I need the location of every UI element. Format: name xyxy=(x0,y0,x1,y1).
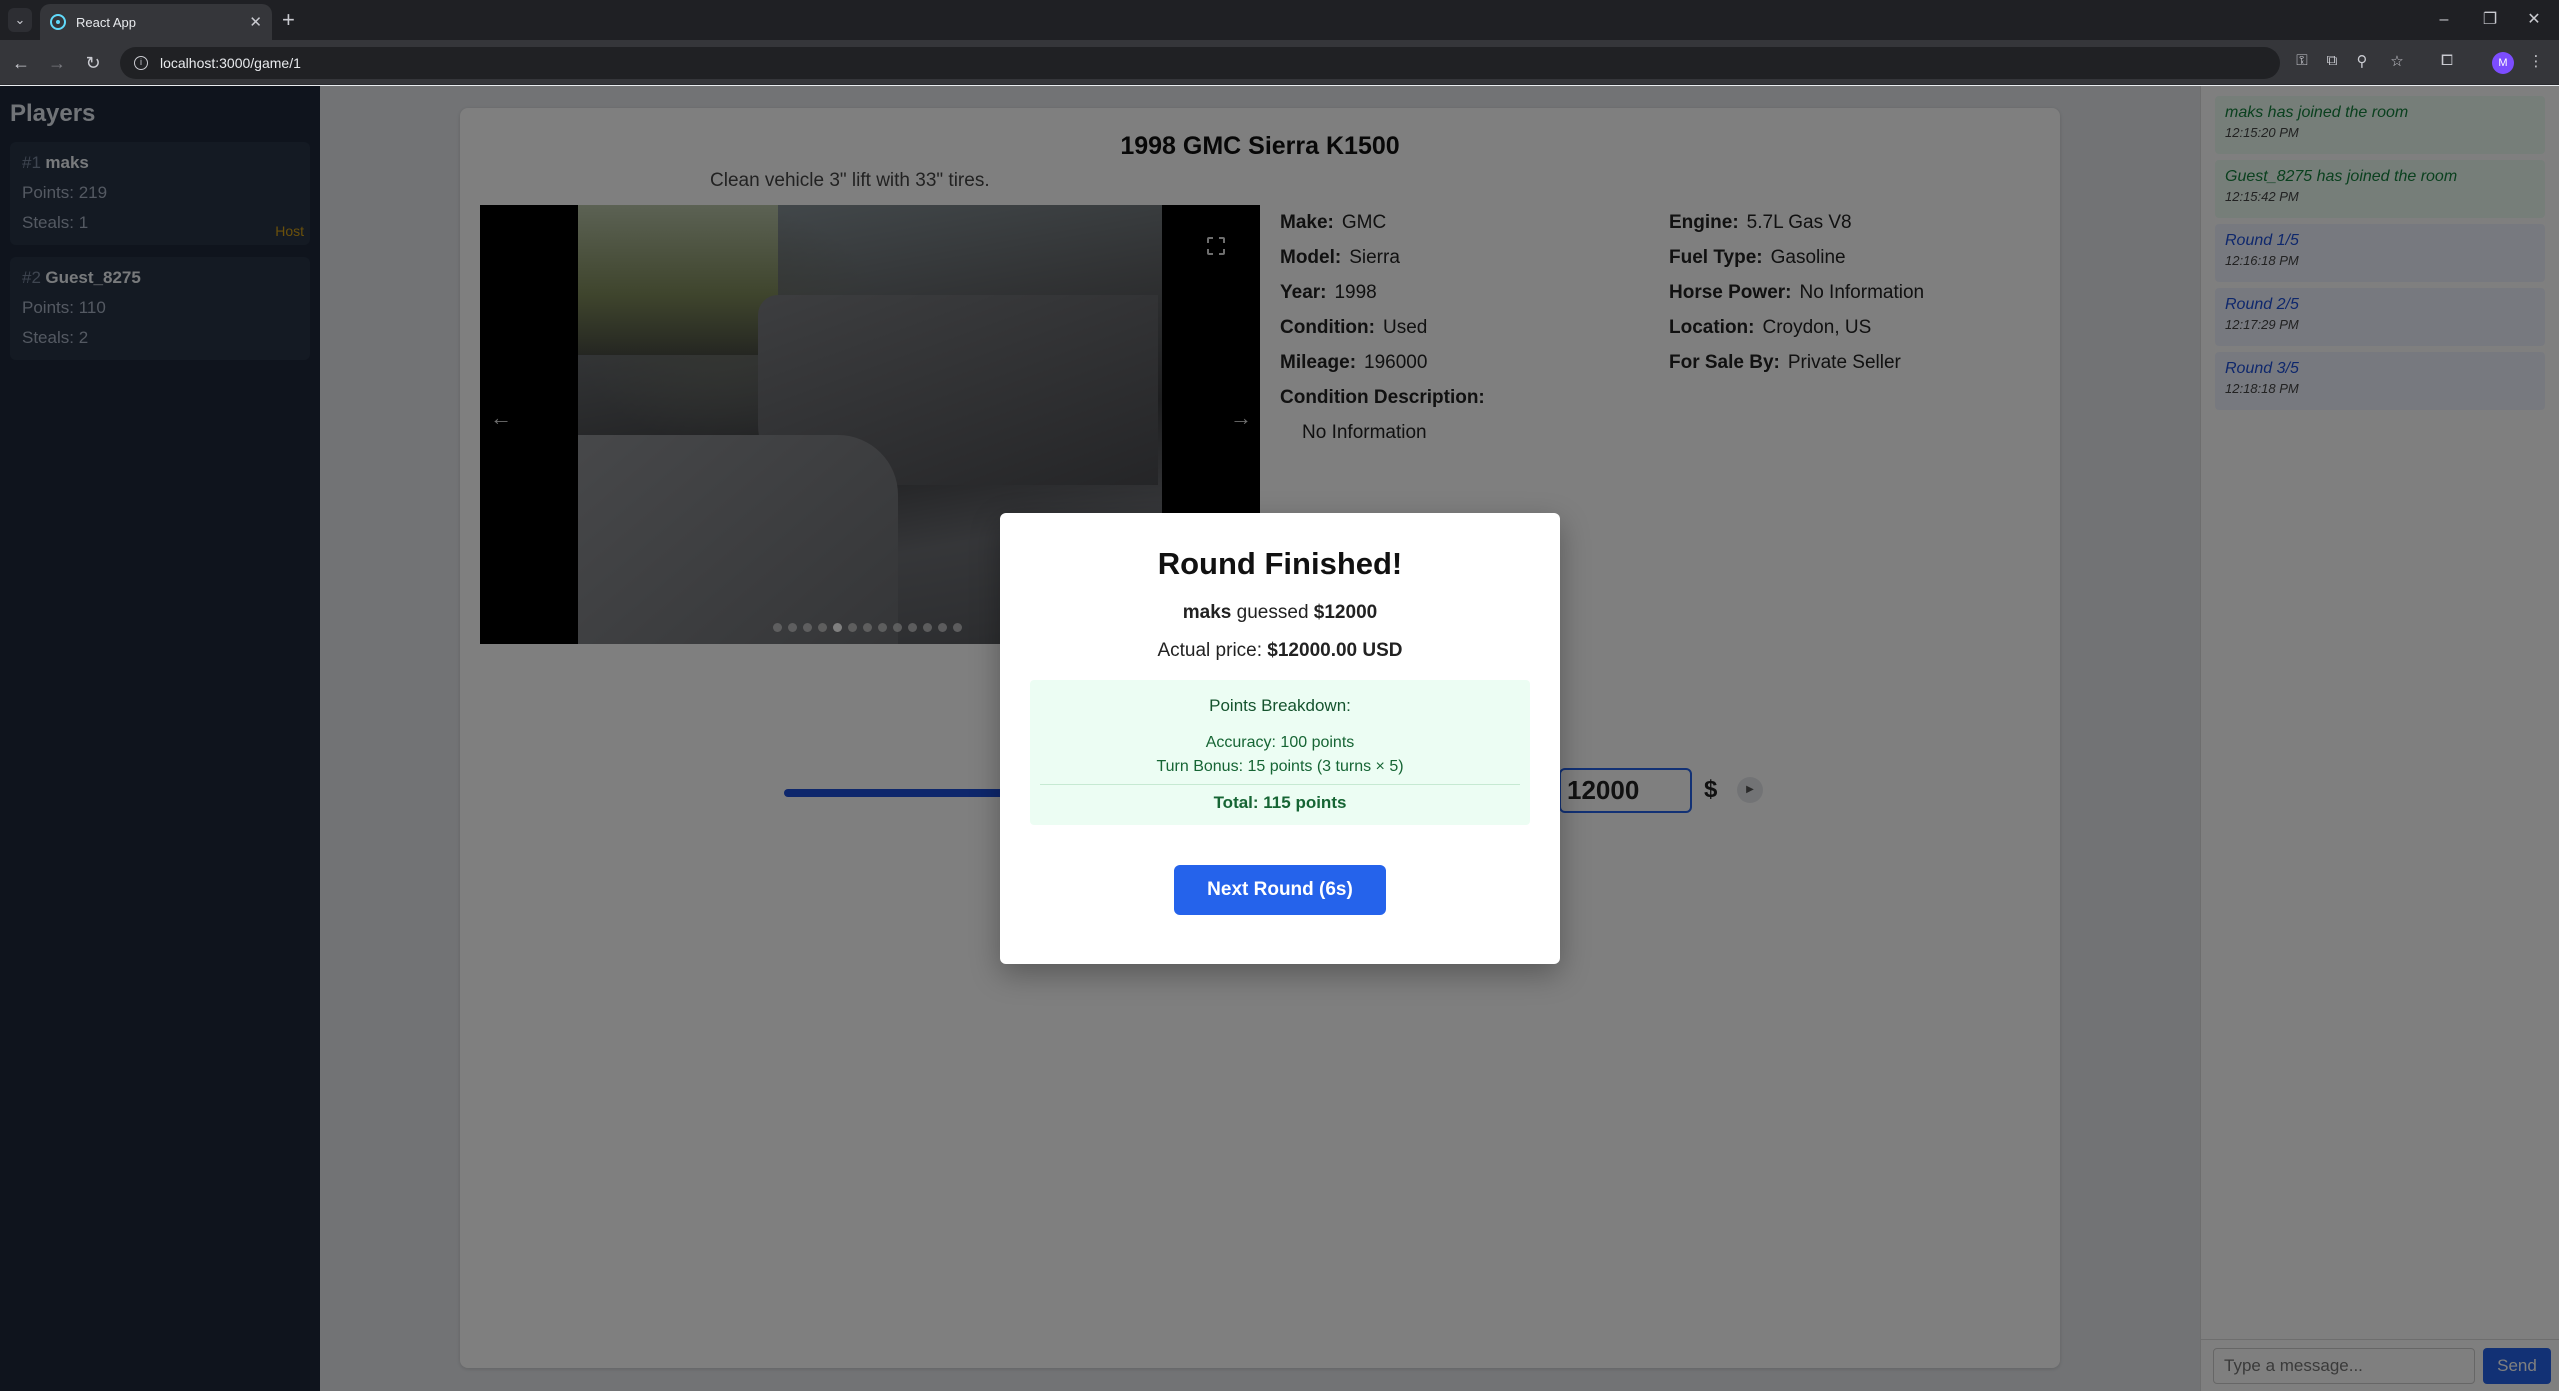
breakdown-title: Points Breakdown: xyxy=(1209,696,1351,715)
points-breakdown: Points Breakdown: Accuracy: 100 points T… xyxy=(1030,680,1530,825)
turn-bonus-points: Turn Bonus: 15 points (3 turns × 5) xyxy=(1156,758,1404,775)
back-icon[interactable]: ← xyxy=(8,50,34,76)
profile-avatar[interactable]: M xyxy=(2492,52,2514,74)
modal-title: Round Finished! xyxy=(1157,546,1403,581)
restore-icon[interactable]: ❐ xyxy=(2470,6,2510,34)
minimize-icon[interactable]: – xyxy=(2424,6,2464,34)
bookmark-star-icon[interactable]: ☆ xyxy=(2385,52,2409,70)
actual-price-value: $12000.00 USD xyxy=(1267,640,1403,661)
next-round-button[interactable]: Next Round (6s) xyxy=(1174,865,1386,915)
extensions-icon[interactable]: ⧠ xyxy=(2435,52,2459,69)
reload-icon[interactable]: ↻ xyxy=(80,50,106,76)
address-bar[interactable]: i localhost:3000/game/1 xyxy=(120,47,2280,79)
tab-close-icon[interactable]: ✕ xyxy=(249,13,262,31)
browser-tab-strip: ⌄ React App ✕ + – ❐ ✕ xyxy=(0,0,2559,40)
guess-summary: maks guessed $12000 xyxy=(1000,602,1560,624)
actual-price: Actual price: $12000.00 USD xyxy=(1000,640,1560,662)
url-text: localhost:3000/game/1 xyxy=(160,55,301,71)
browser-tab[interactable]: React App ✕ xyxy=(40,4,272,40)
tab-title: React App xyxy=(76,14,136,30)
new-tab-icon[interactable]: + xyxy=(282,6,295,34)
zoom-icon[interactable]: ⚲ xyxy=(2350,52,2374,70)
tab-search-icon[interactable]: ⌄ xyxy=(8,8,32,32)
browser-menu-icon[interactable]: ⋮ xyxy=(2524,52,2548,70)
react-favicon-icon xyxy=(50,14,66,30)
total-points: Total: 115 points xyxy=(1040,784,1520,813)
forward-icon[interactable]: → xyxy=(44,50,70,76)
password-key-icon[interactable]: ⚿ xyxy=(2290,52,2314,69)
accuracy-points: Accuracy: 100 points xyxy=(1205,734,1355,751)
guess-amount: $12000 xyxy=(1313,602,1378,623)
guesser-name: maks xyxy=(1182,602,1232,623)
browser-toolbar: ← → ↻ i localhost:3000/game/1 ⚿ ⧉ ⚲ ☆ ⧠ … xyxy=(0,40,2559,85)
site-info-icon[interactable]: i xyxy=(134,56,148,70)
round-finished-modal: Round Finished! maks guessed $12000 Actu… xyxy=(1000,513,1560,964)
guess-verb: guessed xyxy=(1236,602,1309,623)
window-close-icon[interactable]: ✕ xyxy=(2514,6,2554,34)
install-app-icon[interactable]: ⧉ xyxy=(2320,52,2344,69)
actual-price-label: Actual price: xyxy=(1157,640,1263,661)
